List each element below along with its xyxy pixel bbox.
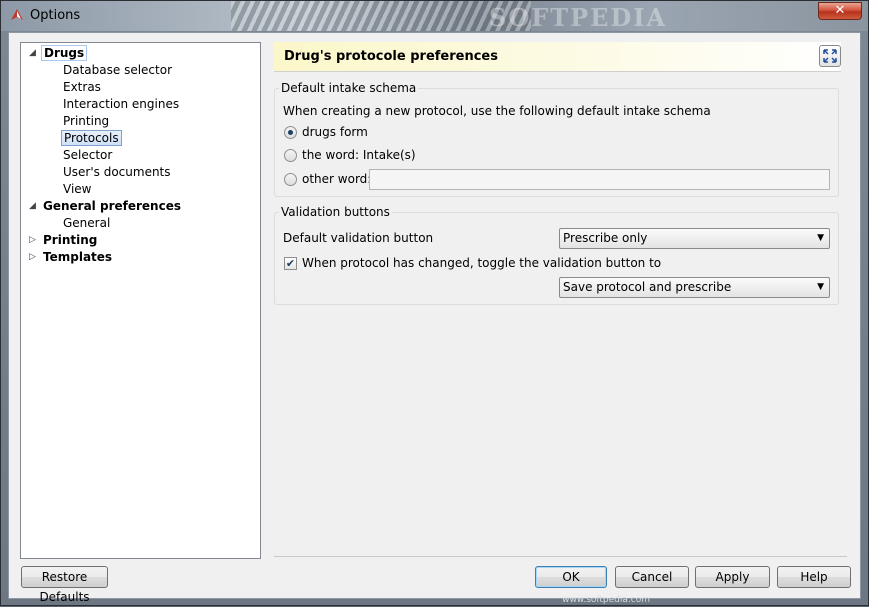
tree-item-label: Extras: [63, 80, 101, 94]
tree-item[interactable]: Protocols: [61, 130, 122, 147]
other-word-input[interactable]: [369, 169, 830, 190]
default-validation-label: Default validation button: [283, 231, 434, 245]
tree-item-label: General: [63, 216, 111, 230]
intake-schema-description: When creating a new protocol, use the fo…: [283, 104, 711, 118]
page-header: Drug's protocole preferences: [274, 42, 841, 72]
default-validation-value: Prescribe only: [563, 231, 648, 245]
radio-drugs-form-label[interactable]: drugs form: [302, 125, 368, 139]
tree-item[interactable]: Printing: [61, 113, 111, 130]
expanded-arrow-icon[interactable]: ◢: [29, 45, 39, 62]
tree-item-label: Printing: [43, 233, 98, 247]
chevron-down-icon: ▼: [817, 233, 824, 243]
tree-item-label: Database selector: [63, 63, 173, 77]
tree-item-label: General preferences: [43, 199, 181, 213]
title-bar-decoration: [231, 1, 531, 31]
tree-item[interactable]: ◢ General preferences: [29, 198, 183, 215]
tree-item-label: Templates: [43, 250, 113, 264]
expand-icon: [823, 49, 837, 63]
help-button[interactable]: Help: [777, 566, 851, 588]
radio-word-intake[interactable]: [284, 149, 297, 162]
collapsed-arrow-icon[interactable]: ▷: [29, 232, 39, 249]
chevron-down-icon: ▼: [817, 282, 824, 292]
tree-item[interactable]: Interaction engines: [61, 96, 181, 113]
tree-item-label: Printing: [63, 114, 110, 128]
tree-item-label: Drugs: [41, 45, 88, 61]
dialog-body: ◢ Drugs Database selector Extras Interaction…: [8, 32, 861, 604]
tree-item-label: Interaction engines: [63, 97, 180, 111]
close-button[interactable]: ✕: [818, 2, 862, 20]
tree-item[interactable]: Database selector: [61, 62, 174, 79]
radio-drugs-form[interactable]: [284, 126, 297, 139]
tree-item[interactable]: View: [61, 181, 93, 198]
options-window: SOFTPEDIA Options ✕ ◢ Drugs Database selec…: [0, 0, 869, 606]
collapsed-arrow-icon[interactable]: ▷: [29, 249, 39, 266]
toggle-validation-select[interactable]: Save protocol and prescribe ▼: [559, 277, 830, 298]
ok-button[interactable]: OK: [535, 566, 607, 588]
radio-other-word-label[interactable]: other word:: [302, 172, 371, 186]
page-title: Drug's protocole preferences: [284, 49, 498, 64]
preferences-tree[interactable]: ◢ Drugs Database selector Extras Interaction…: [20, 42, 261, 559]
validation-buttons-title: Validation buttons: [279, 205, 392, 219]
tree-item-label: View: [63, 182, 92, 196]
title-bar[interactable]: SOFTPEDIA Options ✕: [1, 1, 868, 31]
toggle-validation-checkbox[interactable]: ✔: [284, 257, 297, 270]
restore-defaults-button[interactable]: Restore Defaults: [21, 566, 108, 604]
expanded-arrow-icon[interactable]: ◢: [29, 198, 39, 215]
tree-item[interactable]: General: [61, 215, 112, 232]
cancel-button[interactable]: Cancel: [615, 566, 689, 588]
tree-item[interactable]: ◢ Drugs: [29, 45, 88, 62]
tree-item[interactable]: ▷ Printing: [29, 232, 99, 249]
watermark-url: www.softpedia.com: [562, 595, 650, 605]
toggle-validation-value: Save protocol and prescribe: [563, 280, 732, 294]
default-validation-select[interactable]: Prescribe only ▼: [559, 228, 830, 249]
close-icon: ✕: [834, 3, 846, 18]
fullscreen-button[interactable]: [819, 45, 841, 67]
button-separator: [274, 556, 847, 557]
watermark: SOFTPEDIA: [489, 3, 668, 31]
radio-word-intake-label[interactable]: the word: Intake(s): [302, 148, 416, 162]
tree-item[interactable]: ▷ Templates: [29, 249, 114, 266]
radio-other-word[interactable]: [284, 173, 297, 186]
toggle-validation-label[interactable]: When protocol has changed, toggle the va…: [302, 256, 661, 270]
intake-schema-title: Default intake schema: [279, 81, 419, 95]
window-title: Options: [30, 8, 81, 23]
apply-button[interactable]: Apply: [695, 566, 770, 588]
tree-item-label: Selector: [63, 148, 113, 162]
tree-item-label: Protocols: [61, 130, 122, 146]
app-icon: [11, 9, 23, 20]
tree-item[interactable]: User's documents: [61, 164, 173, 181]
tree-item[interactable]: Selector: [61, 147, 114, 164]
tree-item-label: User's documents: [63, 165, 171, 179]
tree-item[interactable]: Extras: [61, 79, 103, 96]
